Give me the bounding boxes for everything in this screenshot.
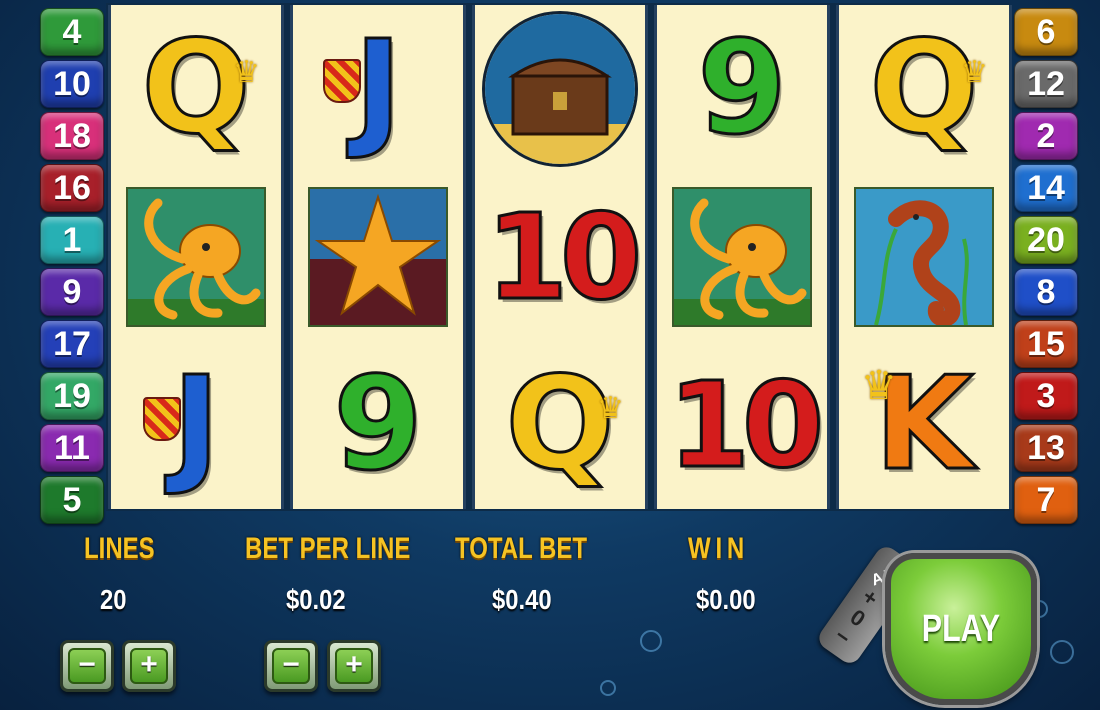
plus-icon: + [130, 648, 168, 684]
play-button[interactable]: PLAY [885, 553, 1037, 705]
seahorse-icon [854, 187, 994, 327]
bet-per-line-value: $0.02 [286, 584, 346, 615]
play-label: PLAY [921, 607, 1001, 650]
shield-icon [143, 397, 181, 441]
reel-3: 10 Q ♛ [472, 5, 648, 509]
reel-2: J 9 [290, 5, 466, 509]
payline-badge[interactable]: 4 [40, 8, 104, 56]
payline-badge[interactable]: 13 [1014, 424, 1078, 472]
payline-badge[interactable]: 10 [40, 60, 104, 108]
symbol-cell: Q ♛ [475, 341, 645, 509]
win-label: WIN [688, 532, 750, 565]
symbol-nine: 9 [696, 14, 788, 163]
payline-badge[interactable]: 14 [1014, 164, 1078, 212]
octopus-icon [126, 187, 266, 327]
octopus-icon [672, 187, 812, 327]
lines-decrease-button[interactable]: − [60, 640, 114, 692]
payline-badge[interactable]: 18 [40, 112, 104, 160]
payline-badge[interactable]: 6 [1014, 8, 1078, 56]
minus-icon: − [68, 648, 106, 684]
symbol-cell: Q ♛ [111, 5, 281, 173]
bet-per-line-label: BET PER LINE [245, 532, 411, 565]
reel-4: 9 10 [654, 5, 830, 509]
bubble-decoration [640, 630, 662, 652]
symbol-cell: 9 [293, 341, 463, 509]
reel-window: Q ♛ J J 9 10 Q ♛ 9 10 Q ♛ K ♛ [106, 3, 1012, 511]
starfish-icon [308, 187, 448, 327]
symbol-cell: 10 [475, 173, 645, 341]
treasure-chest-icon [482, 11, 638, 167]
symbol-cell: J [111, 341, 281, 509]
symbol-cell [475, 5, 645, 173]
reel-1: Q ♛ J [108, 5, 284, 509]
bet-decrease-button[interactable]: − [264, 640, 318, 692]
payline-badge[interactable]: 11 [40, 424, 104, 472]
symbol-ten: 10 [484, 188, 643, 326]
payline-indicators-left: 4 10 18 16 1 9 17 19 11 5 [40, 8, 104, 528]
total-bet-label: TOTAL BET [455, 532, 587, 565]
win-value: $0.00 [696, 584, 756, 615]
reel-5: Q ♛ K ♛ [836, 5, 1012, 509]
bubble-decoration [600, 680, 616, 696]
shield-icon [323, 59, 361, 103]
payline-badge[interactable]: 19 [40, 372, 104, 420]
symbol-cell: 10 [657, 341, 827, 509]
lines-increase-button[interactable]: + [122, 640, 176, 692]
symbol-cell [839, 173, 1009, 341]
payline-badge[interactable]: 17 [40, 320, 104, 368]
minus-icon: − [272, 648, 310, 684]
symbol-nine: 9 [332, 350, 424, 499]
symbol-cell [111, 173, 281, 341]
symbol-jack: J [353, 14, 404, 163]
symbol-cell [657, 173, 827, 341]
symbol-cell: K ♛ [839, 341, 1009, 509]
payline-badge[interactable]: 5 [40, 476, 104, 524]
payline-badge[interactable]: 8 [1014, 268, 1078, 316]
payline-badge[interactable]: 7 [1014, 476, 1078, 524]
payline-badge[interactable]: 1 [40, 216, 104, 264]
symbol-cell: 9 [657, 5, 827, 173]
plus-icon: + [335, 648, 373, 684]
crown-icon: ♛ [597, 392, 624, 425]
payline-indicators-right: 6 12 2 14 20 8 15 3 13 7 [1014, 8, 1078, 528]
payline-badge[interactable]: 9 [40, 268, 104, 316]
crown-icon: ♛ [233, 56, 260, 89]
payline-badge[interactable]: 15 [1014, 320, 1078, 368]
play-control: AUTO + 0 − PLAY [814, 535, 1055, 705]
symbol-ten: 10 [666, 356, 825, 494]
payline-badge[interactable]: 2 [1014, 112, 1078, 160]
crown-icon: ♛ [961, 56, 988, 89]
payline-badge[interactable]: 20 [1014, 216, 1078, 264]
game-stage: 4 10 18 16 1 9 17 19 11 5 6 12 2 14 20 8… [0, 0, 1100, 710]
symbol-cell: J [293, 5, 463, 173]
total-bet-value: $0.40 [492, 584, 552, 615]
crown-icon: ♛ [861, 364, 897, 408]
payline-badge[interactable]: 12 [1014, 60, 1078, 108]
symbol-cell [293, 173, 463, 341]
auto-minus-icon[interactable]: − [830, 623, 855, 652]
lines-label: LINES [84, 532, 155, 565]
bet-increase-button[interactable]: + [327, 640, 381, 692]
payline-badge[interactable]: 3 [1014, 372, 1078, 420]
lines-value: 20 [100, 584, 127, 615]
symbol-cell: Q ♛ [839, 5, 1009, 173]
payline-badge[interactable]: 16 [40, 164, 104, 212]
